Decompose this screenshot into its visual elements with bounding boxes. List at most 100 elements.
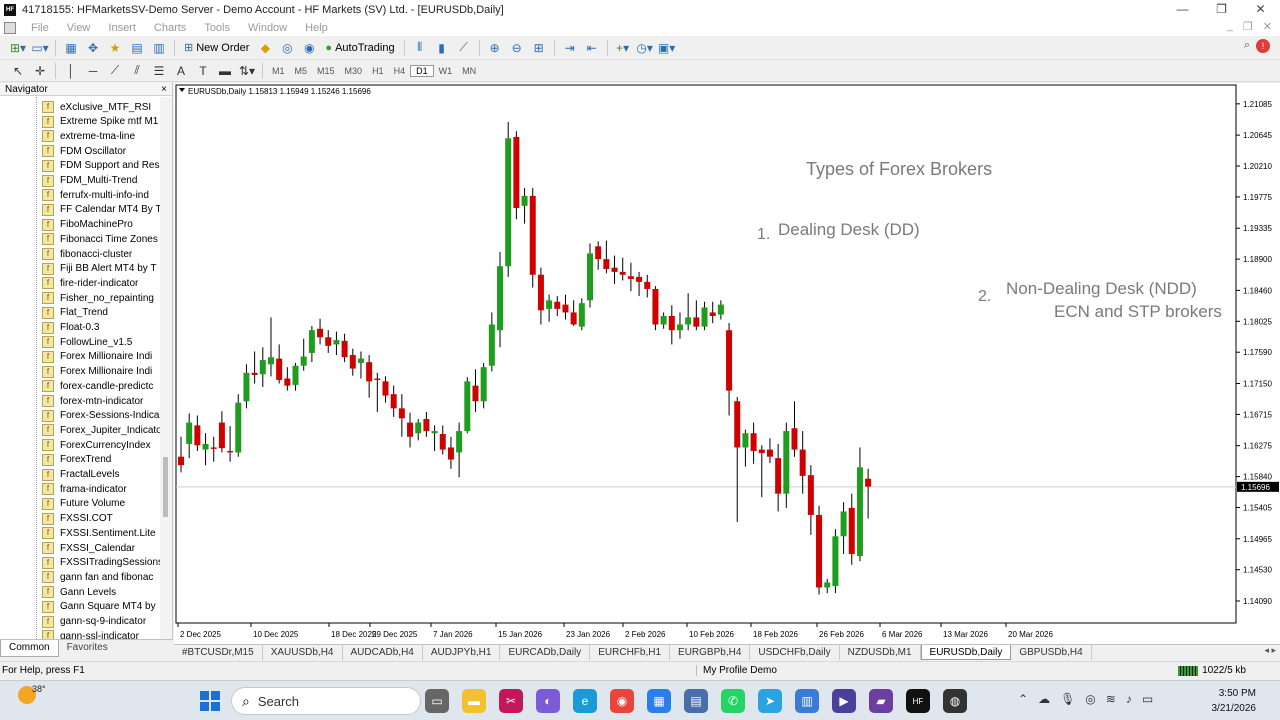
chart-window[interactable]: 1.21085 1.20645 1.20210 1.19775 1.19335 1.189…	[174, 83, 1280, 644]
timeframe-m1[interactable]: M1	[267, 66, 290, 76]
connection-status[interactable]: 1022/5 kb	[1178, 665, 1246, 676]
navigator-indicator-item[interactable]: f Gann Levels	[42, 585, 116, 599]
tab-favorites[interactable]: Favorites	[59, 640, 116, 657]
autotrading-button[interactable]: ● AutoTrading	[321, 39, 398, 57]
metaeditor-icon[interactable]: ◆	[255, 39, 275, 57]
templates-icon[interactable]: ▣▾	[657, 39, 677, 57]
crosshair-icon[interactable]: ✛	[30, 62, 50, 80]
navigator-indicator-item[interactable]: f FDM Support and Res	[42, 159, 160, 173]
text-label-icon[interactable]: T	[193, 62, 213, 80]
navigator-indicator-item[interactable]: f Forex Millionaire Indi	[42, 350, 152, 364]
weather-widget[interactable]: 38°	[18, 684, 46, 704]
start-button[interactable]	[200, 691, 220, 711]
edge-icon[interactable]: e	[573, 689, 597, 713]
navigator-indicator-item[interactable]: f fire-rider-indicator	[42, 276, 138, 290]
bar-chart-icon[interactable]: ⫴	[410, 39, 430, 57]
timeframe-h4[interactable]: H4	[389, 66, 411, 76]
terminal-icon[interactable]: ▤	[127, 39, 147, 57]
timeframe-m30[interactable]: M30	[340, 66, 368, 76]
candlesticks-icon[interactable]: ▮	[432, 39, 452, 57]
vertical-line-icon[interactable]: │	[61, 62, 81, 80]
navigator-indicator-item[interactable]: f ferrufx-multi-info-ind	[42, 188, 149, 202]
media-player-icon[interactable]: ▶	[832, 689, 856, 713]
battery-icon[interactable]: ▭	[1142, 692, 1153, 706]
navigator-icon[interactable]: ★	[105, 39, 125, 57]
navigator-indicator-item[interactable]: f FollowLine_v1.5	[42, 335, 132, 349]
navigator-indicator-item[interactable]: f gann-ssl-indicator	[42, 629, 139, 639]
navigator-indicator-item[interactable]: f Future Volume	[42, 497, 125, 511]
chart-tab-active[interactable]: EURUSDb,Daily	[920, 645, 1012, 660]
auto-scroll-icon[interactable]: ⇥	[560, 39, 580, 57]
clapper-icon[interactable]: ▰	[869, 689, 893, 713]
market-icon[interactable]: ◉	[299, 39, 319, 57]
navigator-indicator-item[interactable]: f Flat_Trend	[42, 306, 108, 320]
close-icon[interactable]: ✕	[1241, 0, 1280, 19]
whatsapp-icon[interactable]: ✆	[721, 689, 745, 713]
timeframe-d1[interactable]: D1	[410, 64, 434, 77]
chart-shift-icon[interactable]: ⇤	[582, 39, 602, 57]
chart-tab[interactable]: AUDCADb,H4	[343, 645, 423, 660]
mdi-minimize-icon[interactable]: _	[1227, 20, 1233, 33]
market-watch-icon[interactable]: ▦	[61, 39, 81, 57]
signals-icon[interactable]: ◎	[277, 39, 297, 57]
navigator-indicator-item[interactable]: f FDM_Multi-Trend	[42, 174, 137, 188]
snipping-tool-icon[interactable]: ✂	[499, 689, 523, 713]
navigator-indicator-item[interactable]: f forex-candle-predictc	[42, 379, 153, 393]
navigator-indicator-item[interactable]: f FXSSI.Sentiment.Lite	[42, 526, 156, 540]
document-icon[interactable]	[4, 21, 16, 34]
close-icon[interactable]: ×	[161, 83, 167, 96]
navigator-indicator-item[interactable]: f Forex_Jupiter_Indicato	[42, 423, 160, 437]
search-icon[interactable]: ⌕	[1244, 39, 1250, 52]
profiles-icon[interactable]: ▭▾	[30, 39, 50, 57]
tab-common[interactable]: Common	[0, 640, 59, 657]
horizontal-line-icon[interactable]: ─	[83, 62, 103, 80]
chart-tab[interactable]: NZDUSDb,M1	[840, 645, 921, 660]
chart-tab[interactable]: EURCHFb,H1	[590, 645, 671, 660]
notepad-icon[interactable]: ▥	[795, 689, 819, 713]
cursor-icon[interactable]: ↖	[8, 62, 28, 80]
copilot-icon[interactable]: ◐	[536, 689, 560, 713]
mdi-restore-icon[interactable]: ❐	[1243, 20, 1253, 33]
menu-file[interactable]: File	[22, 22, 58, 34]
new-chart-icon[interactable]: ⊞ ▾	[8, 39, 28, 57]
navigator-indicator-item[interactable]: f FF Calendar MT4 By T	[42, 203, 160, 217]
navigator-indicator-item[interactable]: f FiboMachinePro	[42, 218, 133, 232]
new-order-button[interactable]: ⊞ New Order	[180, 39, 253, 57]
navigator-indicator-item[interactable]: f fibonacci-cluster	[42, 247, 132, 261]
menu-window[interactable]: Window	[239, 22, 296, 34]
chart-tab[interactable]: EURGBPb,H4	[670, 645, 751, 660]
navigator-indicator-item[interactable]: f Gann Square MT4 by	[42, 600, 156, 614]
menu-insert[interactable]: Insert	[99, 22, 145, 34]
menu-tools[interactable]: Tools	[195, 22, 239, 34]
chevron-up-icon[interactable]: ⌃	[1018, 692, 1028, 706]
navigator-indicator-item[interactable]: f gann-sq-9-indicator	[42, 615, 146, 629]
tab-scroll-arrows[interactable]: ◂ ▸	[1264, 645, 1276, 656]
tile-windows-icon[interactable]: ⊞	[529, 39, 549, 57]
navigator-indicator-item[interactable]: f FXSSI_Calendar	[42, 541, 135, 555]
navigator-indicator-item[interactable]: f FXSSITradingSessions	[42, 556, 160, 570]
rectangle-icon[interactable]: ▬	[215, 62, 235, 80]
navigator-indicator-item[interactable]: f frama-indicator	[42, 482, 127, 496]
navigator-indicator-item[interactable]: f ForexTrend	[42, 453, 111, 467]
zoom-in-icon[interactable]: ⊕	[485, 39, 505, 57]
profile-name[interactable]: My Profile Demo	[696, 665, 777, 676]
periods-icon[interactable]: ◷▾	[635, 39, 655, 57]
chart-tab[interactable]: XAUUSDb,H4	[263, 645, 343, 660]
strategy-tester-icon[interactable]: ▥	[149, 39, 169, 57]
notification-icon[interactable]: !	[1256, 39, 1270, 53]
chart-tab[interactable]: GBPUSDb,H4	[1011, 645, 1092, 660]
chart-tab[interactable]: #BTCUSDr,M15	[174, 645, 263, 660]
equidistant-channel-icon[interactable]: ⫽	[127, 62, 147, 80]
minimize-icon[interactable]: —	[1163, 0, 1202, 19]
timeframe-m5[interactable]: M5	[290, 66, 313, 76]
line-chart-icon[interactable]: ⟋	[454, 39, 474, 57]
navigator-indicator-item[interactable]: f eXclusive_MTF_RSI	[42, 100, 151, 114]
taskbar-search[interactable]: ⌕ Search	[231, 687, 421, 715]
fibonacci-icon[interactable]: ☰	[149, 62, 169, 80]
menu-view[interactable]: View	[58, 22, 100, 34]
chart-tab[interactable]: EURCADb,Daily	[500, 645, 591, 660]
text-icon[interactable]: A	[171, 62, 191, 80]
location-icon[interactable]: ◎	[1085, 692, 1095, 706]
navigator-indicator-item[interactable]: f FractalLevels	[42, 468, 119, 482]
zoom-out-icon[interactable]: ⊖	[507, 39, 527, 57]
